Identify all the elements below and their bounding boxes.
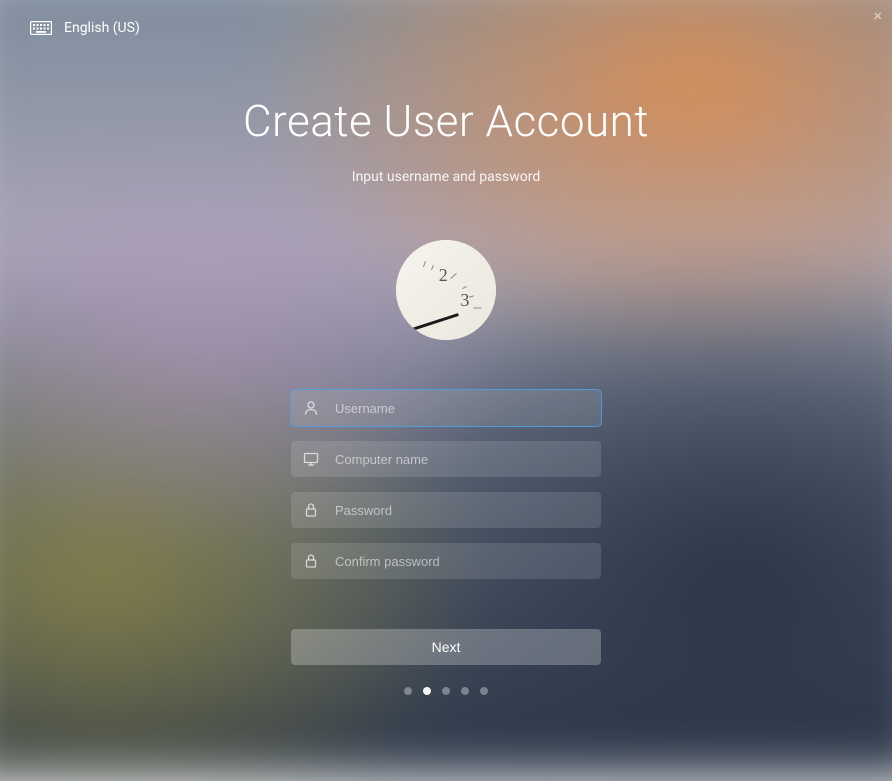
page-title: Create User Account [243,95,649,147]
close-button[interactable]: × [873,8,882,24]
step-dot-3 [442,687,450,695]
lock-icon [303,502,319,518]
computer-name-input-group[interactable] [291,441,601,477]
lock-icon [303,553,319,569]
avatar-picker[interactable]: 2 3 [396,240,496,340]
confirm-password-input-group[interactable] [291,543,601,579]
monitor-icon [303,451,319,467]
next-button[interactable]: Next [291,629,601,665]
username-input-group[interactable] [291,390,601,426]
step-dot-5 [480,687,488,695]
keyboard-icon [30,21,52,35]
page-subtitle: Input username and password [352,169,540,185]
step-dot-2 [423,687,431,695]
step-dot-4 [461,687,469,695]
password-input-group[interactable] [291,492,601,528]
language-label: English (US) [64,20,140,36]
step-dot-1 [404,687,412,695]
username-input[interactable] [335,390,589,426]
clock-face-icon: 2 3 [396,240,496,340]
confirm-password-input[interactable] [335,543,589,579]
step-indicator [404,687,488,695]
password-input[interactable] [335,492,589,528]
computer-name-input[interactable] [335,441,589,477]
language-selector[interactable]: English (US) [30,20,140,36]
user-icon [303,400,319,416]
